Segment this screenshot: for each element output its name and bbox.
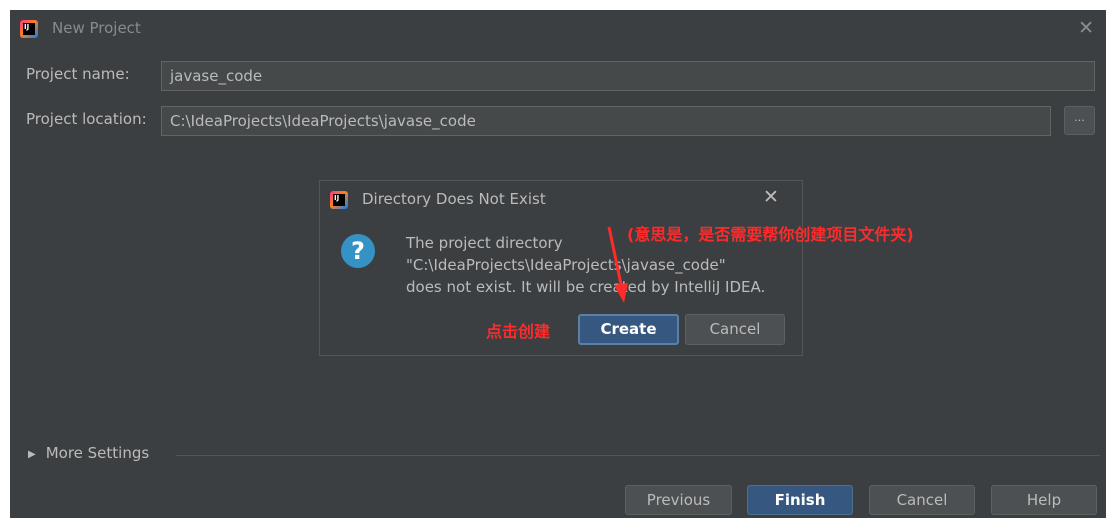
project-name-label: Project name: [26,65,130,83]
separator [176,455,1100,456]
create-button[interactable]: Create [578,314,679,345]
cancel-button[interactable]: Cancel [869,485,975,515]
close-icon[interactable]: ✕ [1078,17,1094,39]
annotation-meaning: (意思是，是否需要帮你创建项目文件夹) [627,225,914,244]
title-bar: IJ New Project ✕ [10,10,1106,47]
close-icon[interactable]: ✕ [763,186,779,208]
directory-dialog: IJ Directory Does Not Exist ✕ ? The proj… [319,180,803,356]
finish-button[interactable]: Finish [747,485,853,515]
new-project-window: IJ New Project ✕ Project name: javase_co… [10,10,1106,518]
dialog-cancel-button[interactable]: Cancel [685,314,785,345]
dialog-title: Directory Does Not Exist [362,190,546,208]
intellij-icon: IJ [330,191,348,209]
browse-button[interactable]: ... [1064,106,1095,135]
window-title: New Project [52,19,141,37]
help-button[interactable]: Help [991,485,1097,515]
intellij-icon-text: IJ [24,23,30,31]
project-location-input[interactable]: C:\IdeaProjects\IdeaProjects\javase_code [161,106,1051,136]
arrow-head [614,283,628,303]
annotation-arrow-icon [607,226,628,303]
project-name-input[interactable]: javase_code [161,61,1095,91]
dialog-message-line: does not exist. It will be created by In… [406,278,766,296]
more-settings-label: More Settings [45,444,150,462]
arrow-shaft [607,226,624,290]
expand-triangle-icon: ▶ [28,449,36,460]
dialog-message-line: "C:\IdeaProjects\IdeaProjects\javase_cod… [406,256,726,274]
dialog-message-line: The project directory [406,234,563,252]
intellij-icon: IJ [20,20,38,38]
question-icon: ? [341,234,375,268]
intellij-icon-text: IJ [334,194,340,202]
annotation-click-create: 点击创建 [486,322,551,341]
previous-button[interactable]: Previous [625,485,732,515]
project-location-label: Project location: [26,110,147,128]
more-settings-toggle[interactable]: ▶ More Settings [28,444,149,462]
